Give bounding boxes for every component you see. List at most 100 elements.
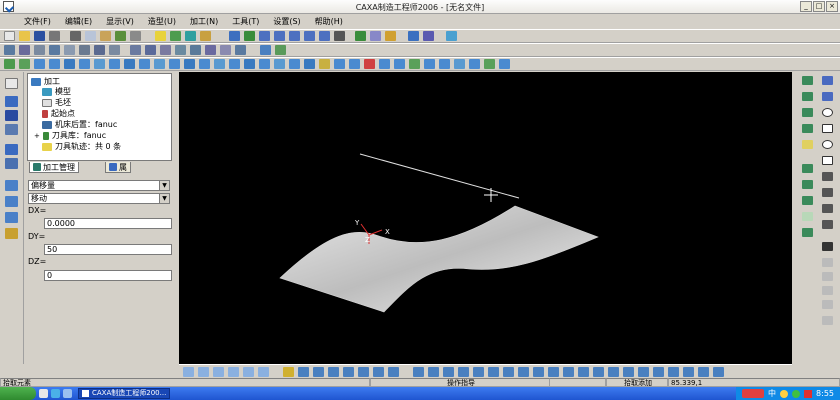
polygon-icon[interactable]	[822, 156, 833, 165]
tool-path-icon-12[interactable]	[175, 45, 186, 55]
menu-view[interactable]: 显示(V)	[106, 16, 134, 27]
new-file-icon[interactable]	[4, 31, 15, 41]
verify-icon[interactable]	[275, 45, 286, 55]
cut-icon[interactable]	[70, 31, 81, 41]
dropdown-arrow-icon[interactable]: ▼	[159, 194, 169, 203]
tool-path-icon-14[interactable]	[205, 45, 216, 55]
view-tool-icon-5[interactable]	[243, 366, 254, 377]
select-arrow-icon[interactable]	[5, 78, 18, 89]
surface-icon-33[interactable]	[484, 59, 495, 69]
expand-icon[interactable]: +	[34, 132, 40, 140]
sogou-ime-icon[interactable]	[742, 389, 765, 398]
copy-icon[interactable]	[85, 31, 96, 41]
geometry-icon-7[interactable]	[503, 366, 514, 377]
menu-help[interactable]: 帮助(H)	[315, 16, 343, 27]
surface-icon-14[interactable]	[199, 59, 210, 69]
curve-edit-icon-4[interactable]	[328, 366, 339, 377]
surface-icon-5[interactable]	[64, 59, 75, 69]
surface-icon-17[interactable]	[244, 59, 255, 69]
feature-icon-3[interactable]	[5, 212, 18, 223]
undo-icon[interactable]	[115, 31, 126, 41]
minimize-button[interactable]: _	[800, 1, 812, 12]
surface-icon-16[interactable]	[229, 59, 240, 69]
dz-input[interactable]: 0	[44, 270, 172, 281]
swept-surface[interactable]	[279, 205, 599, 313]
curve-tool-icon-2[interactable]	[802, 92, 813, 101]
offset-mode-select[interactable]: 偏移量 ▼	[28, 180, 170, 191]
zoom-window-icon[interactable]	[259, 31, 270, 41]
shade-icon[interactable]	[355, 31, 366, 41]
filter-icon[interactable]	[185, 31, 196, 41]
surface-icon-22[interactable]	[319, 59, 330, 69]
tab-attributes[interactable]: 属	[105, 162, 131, 173]
edit-icon[interactable]	[5, 96, 18, 107]
curve-edit-icon-5[interactable]	[343, 366, 354, 377]
tree-item-post[interactable]: 机床后置：fanuc	[42, 119, 117, 130]
geometry-icon-14[interactable]	[608, 366, 619, 377]
curve-line[interactable]	[359, 153, 520, 199]
menu-edit[interactable]: 编辑(E)	[65, 16, 92, 27]
taskbar-caxa-item[interactable]: CAXA制造工程师200...	[78, 388, 171, 399]
disabled-tool-icon-2[interactable]	[822, 272, 833, 281]
surface-icon-21[interactable]	[304, 59, 315, 69]
arc-icon[interactable]	[822, 92, 833, 101]
geometry-icon-12[interactable]	[578, 366, 589, 377]
start-button[interactable]	[0, 387, 36, 400]
curve-edit-icon-8[interactable]	[388, 366, 399, 377]
grid-icon[interactable]	[170, 31, 181, 41]
feature-icon-2[interactable]	[5, 196, 18, 207]
curve-edit-icon-6[interactable]	[358, 366, 369, 377]
menu-machining[interactable]: 加工(N)	[190, 16, 218, 27]
tab-machining-manager[interactable]: 加工管理	[29, 162, 79, 173]
close-button[interactable]: ×	[826, 1, 838, 12]
menu-tools[interactable]: 工具(T)	[232, 16, 259, 27]
surface-icon-20[interactable]	[289, 59, 300, 69]
surface-icon-23[interactable]	[334, 59, 345, 69]
model-canvas[interactable]: Y X Z	[179, 72, 792, 364]
zoom-all-icon[interactable]	[304, 31, 315, 41]
tool-path-icon-9[interactable]	[130, 45, 141, 55]
open-file-icon[interactable]	[19, 31, 30, 41]
dropdown-arrow-icon[interactable]: ▼	[159, 181, 169, 190]
curve-tool-icon-4[interactable]	[802, 124, 813, 133]
view-icon[interactable]	[408, 31, 419, 41]
surface-icon-9[interactable]	[124, 59, 135, 69]
geometry-icon-21[interactable]	[713, 366, 724, 377]
tray-icon-2[interactable]	[792, 389, 801, 398]
surface-icon-32[interactable]	[469, 59, 480, 69]
layers-icon[interactable]	[5, 124, 18, 135]
tool-path-icon-3[interactable]	[34, 45, 45, 55]
pencil-icon[interactable]	[446, 31, 457, 41]
geometry-icon-18[interactable]	[668, 366, 679, 377]
geometry-icon-10[interactable]	[548, 366, 559, 377]
geometry-icon-11[interactable]	[563, 366, 574, 377]
tray-icon-1[interactable]	[780, 389, 789, 398]
redo-icon[interactable]	[130, 31, 141, 41]
geometry-icon-5[interactable]	[473, 366, 484, 377]
disabled-tool-icon-1[interactable]	[822, 258, 833, 267]
move-mode-select[interactable]: 移动 ▼	[28, 193, 170, 204]
curve-tool-icon-1[interactable]	[802, 76, 813, 85]
spline-icon[interactable]	[822, 172, 833, 181]
surface-icon-13[interactable]	[184, 59, 195, 69]
feature-icon-4[interactable]	[5, 228, 18, 239]
surface-icon-26[interactable]	[379, 59, 390, 69]
tray-icon-3[interactable]	[804, 389, 813, 398]
surface-icon-10[interactable]	[139, 59, 150, 69]
surface-icon-31[interactable]	[454, 59, 465, 69]
wireframe-icon[interactable]	[370, 31, 381, 41]
view-tool-icon-2[interactable]	[198, 366, 209, 377]
redraw-icon[interactable]	[244, 31, 255, 41]
rectangle-icon[interactable]	[822, 124, 833, 133]
surface-icon-29[interactable]	[424, 59, 435, 69]
curve-tool-icon-8[interactable]	[802, 196, 813, 205]
circle-icon[interactable]	[822, 108, 833, 117]
surface-icon-6[interactable]	[79, 59, 90, 69]
disabled-tool-icon-5[interactable]	[822, 316, 833, 325]
tool-path-icon-1[interactable]	[4, 45, 15, 55]
geometry-icon-13[interactable]	[593, 366, 604, 377]
geometry-icon-8[interactable]	[518, 366, 529, 377]
view-tool-icon-3[interactable]	[213, 366, 224, 377]
surface-icon-12[interactable]	[169, 59, 180, 69]
surface-icon-2[interactable]	[19, 59, 30, 69]
